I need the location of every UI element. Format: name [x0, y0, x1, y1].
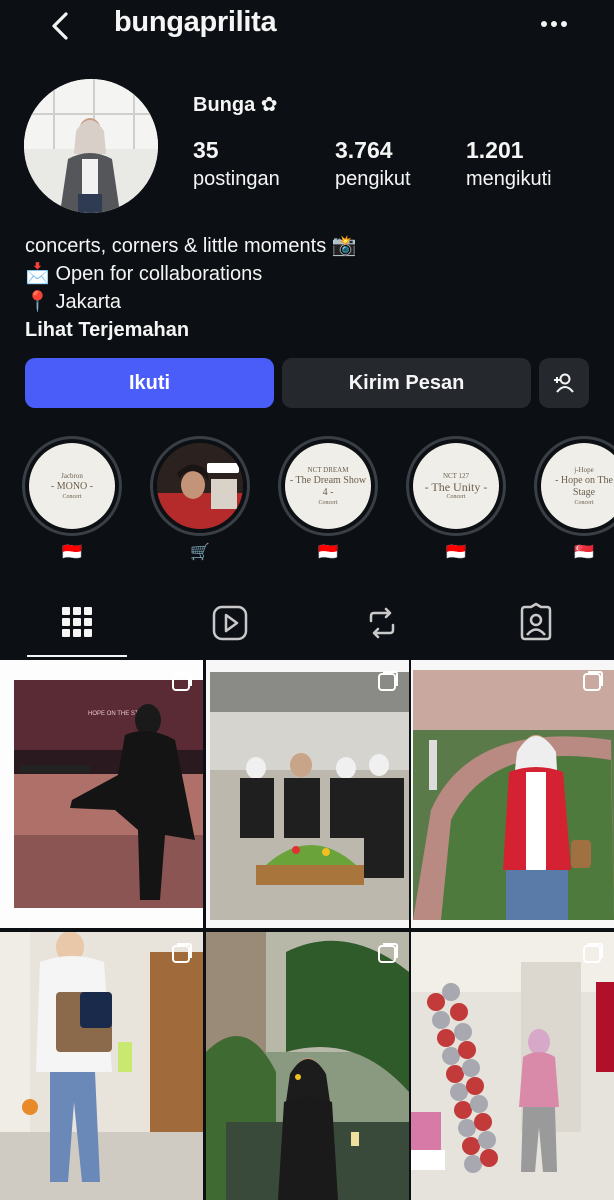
message-button[interactable]: Kirim Pesan: [282, 358, 531, 408]
highlight-cover: NCT DREAM - The Dream Show 4 - Concert: [285, 443, 371, 529]
profile-username: bungaprilita: [114, 6, 277, 38]
see-translation-link[interactable]: Lihat Terjemahan: [25, 316, 357, 344]
more-options-icon[interactable]: [536, 14, 572, 34]
followers-count: 3.764: [335, 137, 393, 163]
highlight-line: j-Hope: [574, 466, 594, 474]
post-thumbnail[interactable]: [411, 932, 614, 1200]
posts-label: postingan: [193, 168, 280, 190]
bio-line: 📍 Jakarta: [25, 291, 122, 313]
highlight-cover: NCT 127 - The Unity - Concert: [413, 443, 499, 529]
highlight-cover: Jacbron - MONO - Concert: [29, 443, 115, 529]
follow-button[interactable]: Ikuti: [25, 358, 274, 408]
add-person-icon: [554, 373, 574, 393]
avatar[interactable]: [24, 79, 158, 213]
carousel-icon: [172, 671, 192, 691]
bio-line: 📩 Open for collaborations: [25, 263, 263, 285]
carousel-icon: [172, 943, 192, 963]
post-thumbnail[interactable]: [206, 660, 409, 928]
highlight-the-unity[interactable]: NCT 127 - The Unity - Concert: [406, 436, 506, 536]
post-thumbnail[interactable]: [411, 660, 614, 928]
highlight-line: Concert: [574, 500, 594, 506]
posts-count: 35: [193, 137, 219, 163]
highlight-line: Concert: [62, 494, 82, 500]
tagged-icon[interactable]: [516, 602, 556, 644]
highlight-line: Concert: [446, 494, 466, 500]
highlight-shop[interactable]: [150, 436, 250, 536]
carousel-icon: [583, 943, 603, 963]
reels-icon[interactable]: [210, 602, 250, 644]
highlight-line: NCT DREAM: [307, 466, 349, 474]
highlight-cover: j-Hope - Hope on The Stage Concert: [541, 443, 614, 529]
carousel-icon: [583, 671, 603, 691]
highlight-dream-show[interactable]: NCT DREAM - The Dream Show 4 - Concert: [278, 436, 378, 536]
stat-posts[interactable]: 35 postingan: [193, 137, 280, 191]
back-icon[interactable]: [44, 8, 80, 44]
suggested-accounts-button[interactable]: [539, 358, 589, 408]
grid-icon[interactable]: [57, 602, 97, 644]
highlight-title: - The Dream Show 4 -: [289, 475, 367, 498]
highlight-line: Concert: [318, 500, 338, 506]
highlight-caption: 🇸🇬: [574, 544, 594, 561]
stat-followers[interactable]: 3.764 pengikut: [335, 137, 411, 191]
highlight-mono[interactable]: Jacbron - MONO - Concert: [22, 436, 122, 536]
post-thumbnail[interactable]: [0, 932, 203, 1200]
following-label: mengikuti: [466, 168, 552, 190]
bio-line: concerts, corners & little moments 📸: [25, 235, 357, 257]
highlight-line: Jacbron: [61, 472, 83, 480]
highlight-title: - Hope on The Stage: [555, 475, 613, 498]
stat-following[interactable]: 1.201 mengikuti: [466, 137, 552, 191]
post-thumbnail[interactable]: [206, 932, 409, 1200]
active-tab-indicator: [27, 655, 127, 657]
highlight-hope-on-stage[interactable]: j-Hope - Hope on The Stage Concert: [534, 436, 614, 536]
carousel-icon: [378, 671, 398, 691]
highlight-line: NCT 127: [442, 472, 470, 480]
followers-label: pengikut: [335, 168, 411, 190]
highlight-caption: 🇮🇩: [318, 544, 338, 561]
highlight-caption: 🛒: [190, 544, 210, 561]
highlight-title: - MONO -: [50, 481, 94, 492]
carousel-icon: [378, 943, 398, 963]
post-thumbnail[interactable]: HOPE ON THE STAGE: [0, 660, 203, 928]
following-count: 1.201: [466, 137, 524, 163]
display-name: Bunga ✿: [193, 94, 278, 116]
highlight-caption: 🇮🇩: [62, 544, 82, 561]
reposts-icon[interactable]: [362, 602, 402, 644]
highlight-cover-photo: [157, 443, 243, 529]
highlight-title: - The Unity -: [424, 480, 488, 494]
highlight-caption: 🇮🇩: [446, 544, 466, 561]
profile-bio: concerts, corners & little moments 📸 📩 O…: [25, 232, 357, 344]
